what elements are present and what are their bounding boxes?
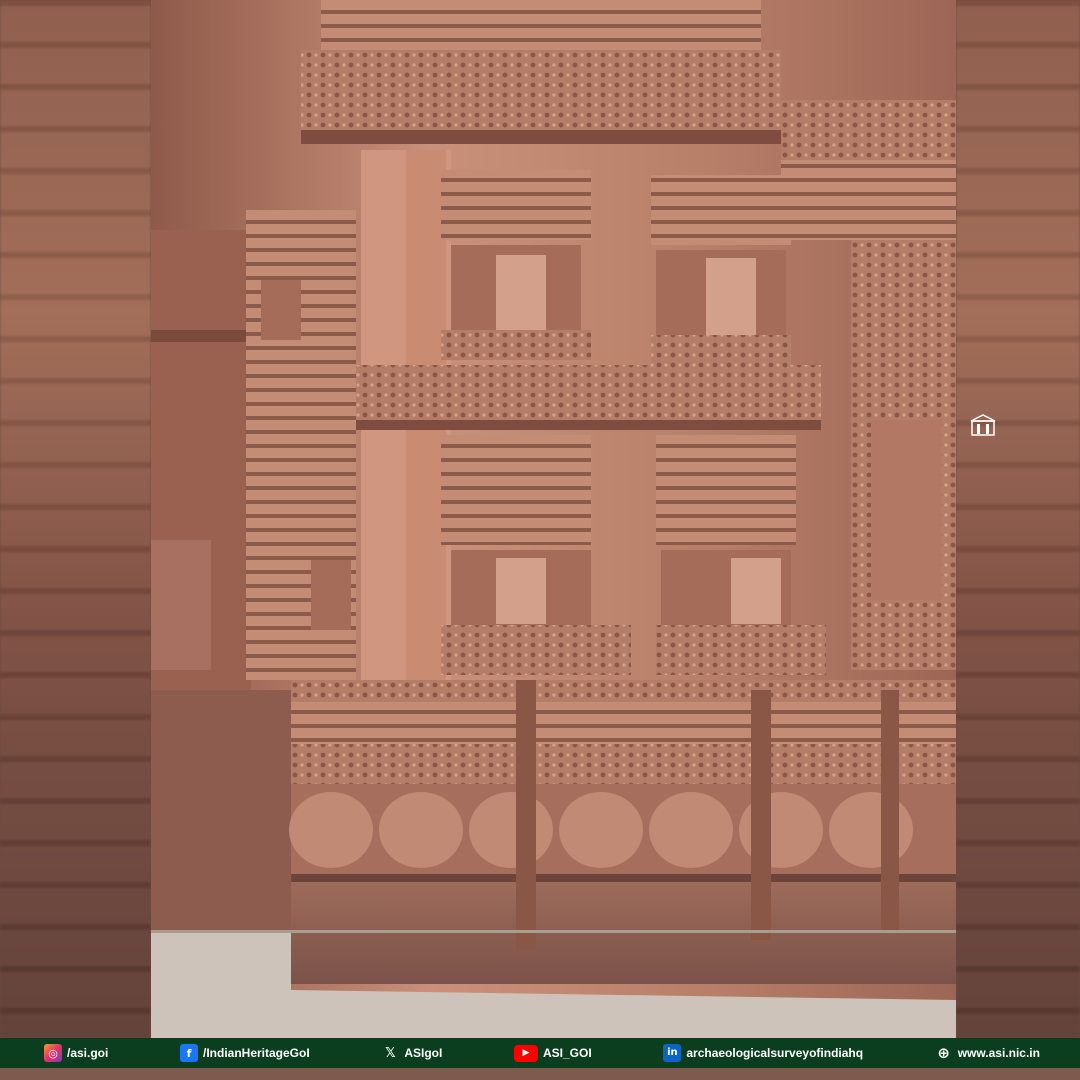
x-label: ASIgoI — [404, 1046, 443, 1060]
instagram-link[interactable]: ◎ /asi.goi — [44, 1044, 108, 1062]
footer-bottom-strip — [0, 1068, 1080, 1080]
youtube-label: ASI_GOI — [543, 1046, 592, 1060]
linkedin-label: archaeologicalsurveyofindiahq — [686, 1046, 864, 1060]
website-link[interactable]: ⊕ www.asi.nic.in — [935, 1044, 1040, 1062]
youtube-icon: ▶ — [514, 1044, 538, 1062]
blurred-background-right — [956, 0, 1080, 1038]
blurred-background-left — [0, 0, 151, 1038]
asi-emblem-icon — [969, 413, 997, 439]
linkedin-icon: in — [663, 1044, 682, 1062]
temple-wall-photo — [151, 0, 956, 1038]
facebook-label: /IndianHeritageGoI — [203, 1046, 310, 1060]
linkedin-link[interactable]: in archaeologicalsurveyofindiahq — [663, 1044, 863, 1062]
facebook-link[interactable]: f /IndianHeritageGoI — [180, 1044, 310, 1062]
youtube-link[interactable]: ▶ ASI_GOI — [514, 1044, 592, 1062]
x-link[interactable]: 𝕏 ASIgoI — [381, 1044, 442, 1062]
website-label: www.asi.nic.in — [957, 1046, 1040, 1060]
facebook-icon: f — [180, 1044, 198, 1062]
instagram-label: /asi.goi — [67, 1046, 109, 1060]
x-icon: 𝕏 — [385, 1045, 396, 1061]
social-footer-bar: ◎ /asi.goi f /IndianHeritageGoI 𝕏 ASIgoI… — [0, 1038, 1080, 1068]
instagram-icon: ◎ — [44, 1044, 62, 1062]
globe-icon: ⊕ — [937, 1043, 950, 1062]
